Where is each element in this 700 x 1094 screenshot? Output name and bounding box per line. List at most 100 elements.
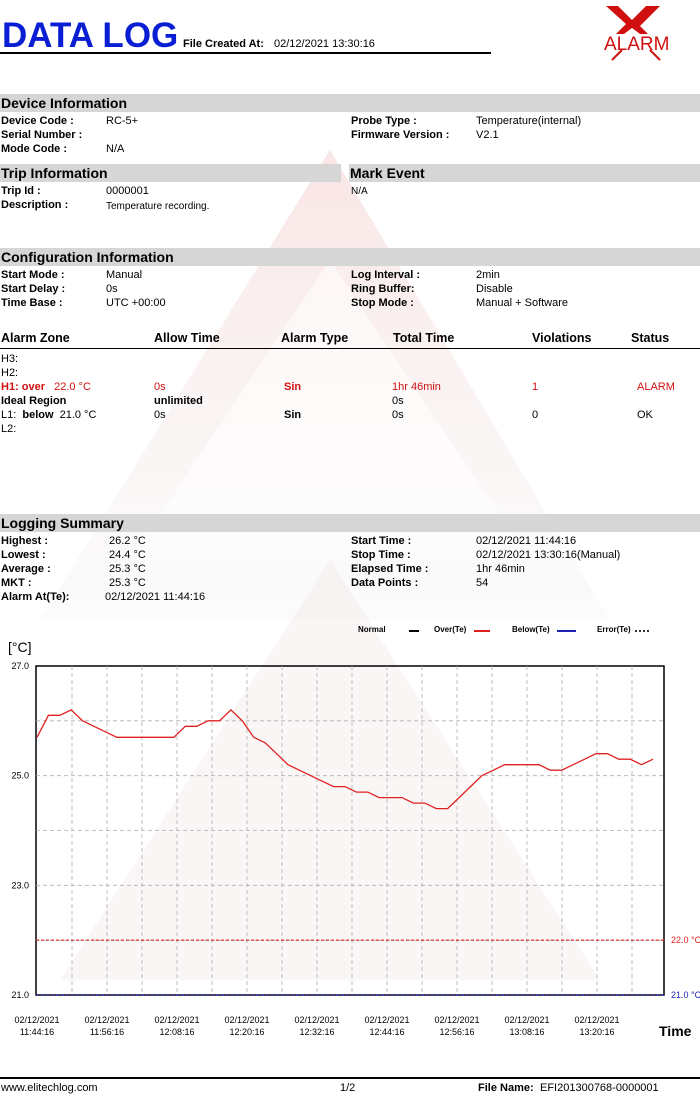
points-label: Data Points : [351, 577, 419, 589]
start-mode-label: Start Mode : [1, 269, 65, 281]
l1-zone-mid: below [22, 409, 54, 421]
ideal-zone: Ideal Region [1, 395, 67, 407]
mkt-value: 25.3 °C [109, 577, 146, 589]
points-value: 54 [476, 577, 489, 589]
chart-x-tick-date: 02/12/2021 [84, 1015, 129, 1025]
chart-x-tick-time: 13:08:16 [509, 1027, 544, 1037]
stop-time-label: Stop Time : [351, 549, 411, 561]
lowest-value: 24.4 °C [109, 549, 146, 561]
file-created-value: 02/12/2021 13:30:16 [274, 38, 375, 50]
chart-x-tick-time: 12:44:16 [369, 1027, 404, 1037]
start-time-label: Start Time : [351, 535, 412, 547]
alarm-header-total: Total Time [393, 331, 455, 345]
chart-threshold-label: 21.0 °C [671, 990, 700, 1000]
mode-code-label: Mode Code : [1, 143, 67, 155]
device-section-title: Device Information [1, 95, 128, 111]
ring-buffer-label: Ring Buffer: [351, 283, 415, 295]
trip-section-band: Trip Information [0, 164, 341, 182]
elapsed-value: 1hr 46min [476, 563, 525, 575]
highest-value: 26.2 °C [109, 535, 146, 547]
firmware-value: V2.1 [476, 129, 499, 141]
trip-id-value: 0000001 [106, 185, 149, 197]
stop-mode-label: Stop Mode : [351, 297, 414, 309]
alarm-header-rule [0, 348, 700, 349]
device-code-label: Device Code : [1, 115, 74, 127]
device-section-band: Device Information [0, 94, 700, 112]
description-value: Temperature recording. [106, 201, 210, 212]
alarm-at-value: 02/12/2021 11:44:16 [105, 591, 206, 603]
time-base-label: Time Base : [1, 297, 63, 309]
ideal-total: 0s [392, 395, 404, 407]
trip-section-title: Trip Information [1, 165, 108, 181]
legend-normal-label: Normal [358, 625, 386, 634]
summary-section-band: Logging Summary [0, 514, 700, 532]
alarm-header-status: Status [631, 331, 670, 345]
chart-x-tick-time: 11:56:16 [90, 1027, 124, 1037]
mark-event-band: Mark Event [349, 164, 700, 182]
log-interval-label: Log Interval : [351, 269, 421, 281]
legend-below-label: Below(Te) [512, 625, 550, 634]
chart-x-tick-time: 12:32:16 [299, 1027, 334, 1037]
l1-status: OK [637, 409, 653, 421]
l1-zone-prefix: L1: [1, 409, 17, 421]
start-mode-value: Manual [106, 269, 143, 281]
footer-rule [0, 1077, 700, 1079]
alarm-header-violations: Violations [532, 331, 592, 345]
h1-allow: 0s [154, 381, 166, 393]
start-delay-value: 0s [106, 283, 118, 295]
h1-zone-value: 22.0 °C [54, 381, 91, 393]
serial-label: Serial Number : [1, 129, 83, 141]
alarm-row-l2: L2: [1, 423, 17, 435]
chart-x-tick-date: 02/12/2021 [574, 1015, 619, 1025]
alarm-row-l1-zone: L1: below 21.0 °C [1, 409, 96, 421]
alarm-at-label: Alarm At(Te): [1, 591, 70, 603]
elapsed-label: Elapsed Time : [351, 563, 429, 575]
l1-violations: 0 [532, 409, 539, 421]
alarm-row-h1-zone: H1: over 22.0 °C [1, 381, 91, 393]
mark-event-value: N/A [351, 186, 368, 197]
h1-type: Sin [284, 381, 302, 393]
l1-total: 0s [392, 409, 404, 421]
temperature-chart: 21.0 23.0 25.0 27.0 02/12/2021 11:44:16 02/12/… [11, 661, 700, 1037]
chart-x-tick-date: 02/12/2021 [294, 1015, 339, 1025]
footer-file-name-value: EFI201300768-0000001 [540, 1082, 659, 1094]
l1-zone-value: 21.0 °C [59, 409, 97, 421]
chart-x-tick-date: 02/12/2021 [14, 1015, 59, 1025]
chart-x-tick-time: 12:20:16 [229, 1027, 264, 1037]
alarm-header-zone: Alarm Zone [1, 331, 70, 345]
chart-x-tick-date: 02/12/2021 [224, 1015, 269, 1025]
lowest-label: Lowest : [1, 549, 46, 561]
log-interval-value: 2min [476, 269, 500, 281]
h1-violations: 1 [532, 381, 539, 393]
alarm-logo-text: ALARM [604, 34, 670, 55]
l1-allow: 0s [154, 409, 166, 421]
device-code-value: RC-5+ [106, 115, 139, 127]
mark-event-title: Mark Event [350, 165, 425, 181]
ring-buffer-value: Disable [476, 283, 513, 295]
start-delay-label: Start Delay : [1, 283, 66, 295]
chart-threshold-label: 22.0 °C [671, 935, 700, 945]
chart-y-tick-label: 25.0 [11, 771, 29, 781]
chart-x-tick-date: 02/12/2021 [154, 1015, 199, 1025]
chart-x-tick-date: 02/12/2021 [434, 1015, 479, 1025]
h1-status: ALARM [637, 381, 675, 393]
chart-y-tick-label: 27.0 [11, 661, 29, 671]
alarm-header-allow: Allow Time [154, 331, 220, 345]
stop-time-value: 02/12/2021 13:30:16(Manual) [476, 549, 621, 561]
header-underline [0, 52, 491, 54]
ideal-allow: unlimited [154, 395, 203, 407]
footer-file-name-label: File Name: [478, 1082, 534, 1094]
highest-label: Highest : [1, 535, 49, 547]
average-label: Average : [1, 563, 51, 575]
mkt-label: MKT : [1, 577, 32, 589]
footer-website: www.elitechlog.com [1, 1082, 98, 1094]
chart-y-tick-label: 23.0 [11, 880, 29, 890]
legend-below-swatch [557, 630, 576, 632]
chart-x-tick-time: 11:44:16 [20, 1027, 54, 1037]
l1-type: Sin [284, 409, 302, 421]
alarm-logo: ALARM [598, 2, 686, 64]
chart-x-tick-time: 12:56:16 [439, 1027, 474, 1037]
mode-code-value: N/A [106, 143, 125, 155]
chart-x-tick-time: 13:20:16 [579, 1027, 614, 1037]
legend-over-swatch [474, 630, 490, 632]
